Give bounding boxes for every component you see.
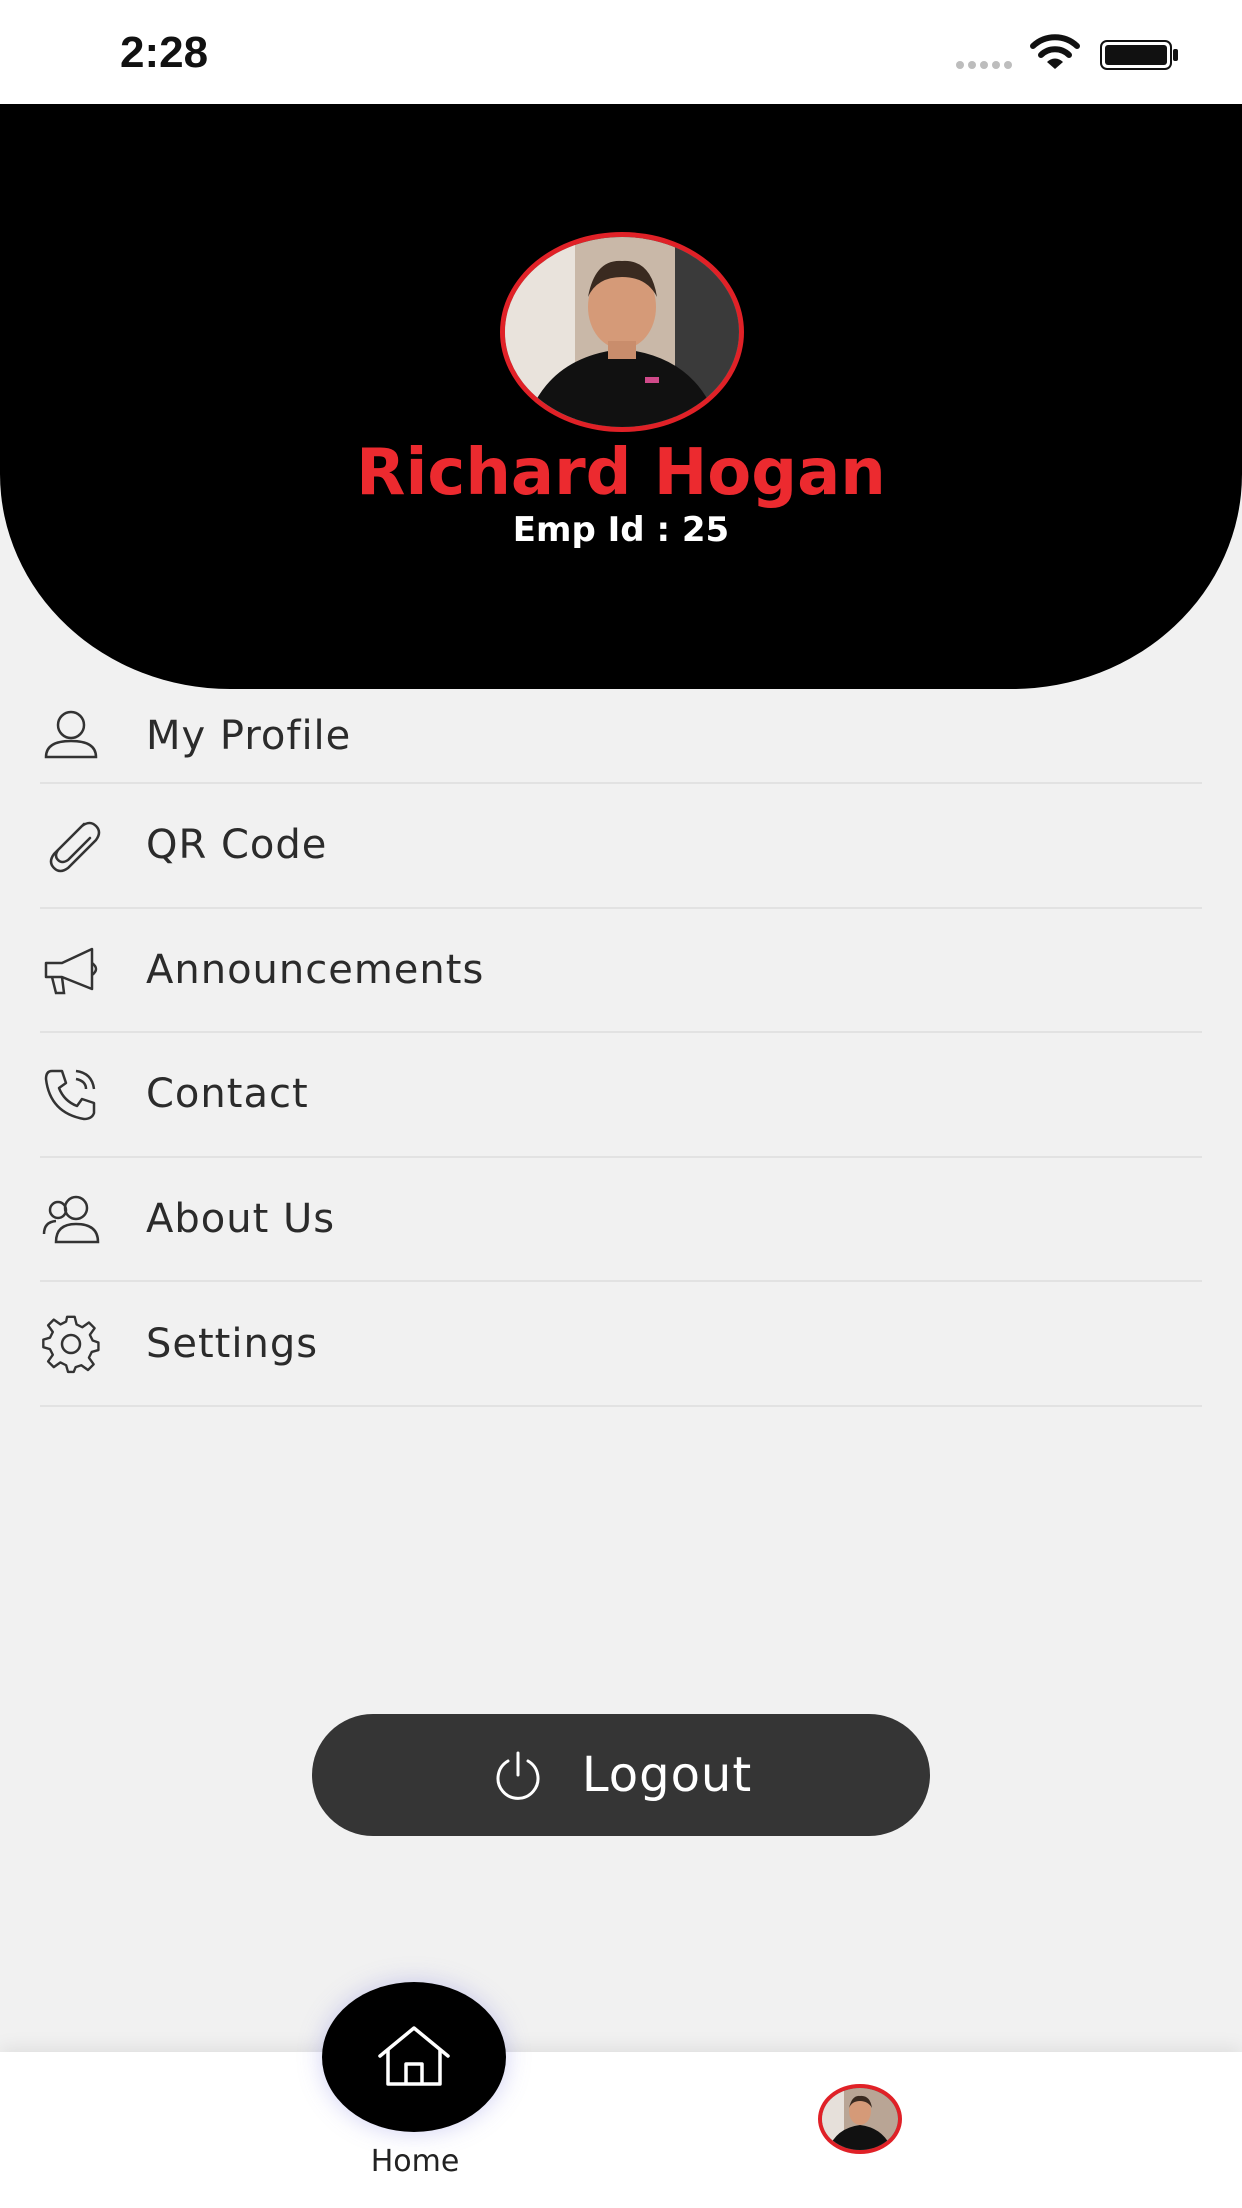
- people-icon: [42, 1195, 100, 1244]
- user-name: Richard Hogan: [356, 436, 886, 510]
- status-bar: 2:28: [0, 0, 1242, 104]
- menu-item-my-profile[interactable]: My Profile: [40, 690, 1202, 784]
- menu-item-settings[interactable]: Settings: [40, 1282, 1202, 1407]
- menu-item-about-us[interactable]: About Us: [40, 1158, 1202, 1283]
- tab-profile-avatar[interactable]: [818, 2084, 902, 2154]
- power-icon: [496, 1751, 540, 1800]
- avatar-photo: [822, 2088, 898, 2150]
- menu-label: QR Code: [146, 822, 328, 869]
- menu-label: Announcements: [146, 946, 485, 993]
- logout-button[interactable]: Logout: [312, 1714, 930, 1836]
- menu-item-contact[interactable]: Contact: [40, 1033, 1202, 1158]
- menu-item-announcements[interactable]: Announcements: [40, 909, 1202, 1034]
- menu-label: Contact: [146, 1071, 309, 1118]
- status-time: 2:28: [120, 28, 209, 77]
- bottom-nav: [0, 2052, 1242, 2208]
- menu-item-qr-code[interactable]: QR Code: [40, 784, 1202, 909]
- avatar-photo: [505, 237, 739, 427]
- avatar[interactable]: [500, 232, 744, 432]
- menu-label: About Us: [146, 1196, 336, 1243]
- menu-label: Settings: [146, 1320, 319, 1367]
- phone-icon: [44, 1070, 96, 1121]
- logout-label: Logout: [581, 1747, 753, 1803]
- wifi-icon: [1030, 34, 1080, 69]
- gear-icon: [42, 1315, 100, 1373]
- screen: 2:28 Richard Hogan Emp Id: 25 My Profil…: [0, 0, 1242, 2208]
- person-icon: [44, 710, 98, 759]
- home-icon: [378, 2026, 450, 2086]
- battery-icon: [1100, 40, 1178, 70]
- menu-label: My Profile: [146, 713, 352, 759]
- megaphone-icon: [44, 947, 98, 995]
- paperclip-icon: [49, 822, 101, 873]
- tab-home[interactable]: [322, 1982, 506, 2132]
- menu-list: My Profile QR Code Announcements Contact: [40, 690, 1202, 1407]
- signal-icon: [956, 61, 1012, 69]
- employee-id: Emp Id : 25: [512, 510, 730, 550]
- tab-home-label: Home: [370, 2144, 460, 2179]
